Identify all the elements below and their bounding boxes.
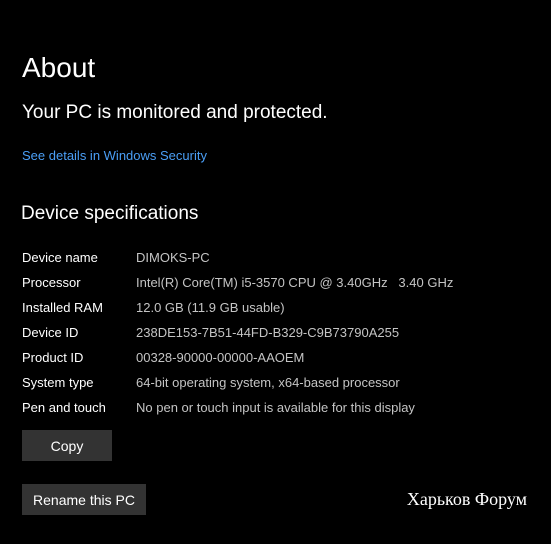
spec-row-system-type: System type 64-bit operating system, x64… (22, 370, 532, 395)
protection-status-text: Your PC is monitored and protected. (22, 102, 328, 123)
spec-value: 12.0 GB (11.9 GB usable) (136, 300, 285, 315)
rename-pc-button[interactable]: Rename this PC (22, 484, 146, 515)
forum-watermark: Харьков Форум (406, 489, 527, 509)
spec-value: Intel(R) Core(TM) i5-3570 CPU @ 3.40GHz … (136, 275, 454, 290)
spec-row-pen-and-touch: Pen and touch No pen or touch input is a… (22, 395, 532, 420)
spec-row-processor: Processor Intel(R) Core(TM) i5-3570 CPU … (22, 270, 532, 295)
spec-label: Processor (22, 275, 81, 290)
spec-row-product-id: Product ID 00328-90000-00000-AAOEM (22, 345, 532, 370)
spec-value: No pen or touch input is available for t… (136, 400, 415, 415)
spec-value: 64-bit operating system, x64-based proce… (136, 375, 400, 390)
spec-row-device-id: Device ID 238DE153-7B51-44FD-B329-C9B737… (22, 320, 532, 345)
device-specifications-table: Device name DIMOKS-PC Processor Intel(R)… (22, 245, 532, 420)
spec-value: 238DE153-7B51-44FD-B329-C9B73790A255 (136, 325, 400, 340)
spec-label: Product ID (22, 350, 84, 365)
spec-value: 00328-90000-00000-AAOEM (136, 350, 305, 365)
copy-button[interactable]: Copy (22, 430, 112, 461)
device-specifications-heading: Device specifications (21, 203, 199, 224)
page-title: About (22, 52, 96, 83)
spec-label: System type (22, 375, 94, 390)
spec-row-installed-ram: Installed RAM 12.0 GB (11.9 GB usable) (22, 295, 532, 320)
spec-label: Device name (22, 250, 98, 265)
spec-label: Device ID (22, 325, 79, 340)
spec-label: Pen and touch (22, 400, 106, 415)
spec-label: Installed RAM (22, 300, 103, 315)
windows-security-link[interactable]: See details in Windows Security (22, 147, 207, 165)
spec-row-device-name: Device name DIMOKS-PC (22, 245, 532, 270)
spec-value: DIMOKS-PC (136, 250, 210, 265)
